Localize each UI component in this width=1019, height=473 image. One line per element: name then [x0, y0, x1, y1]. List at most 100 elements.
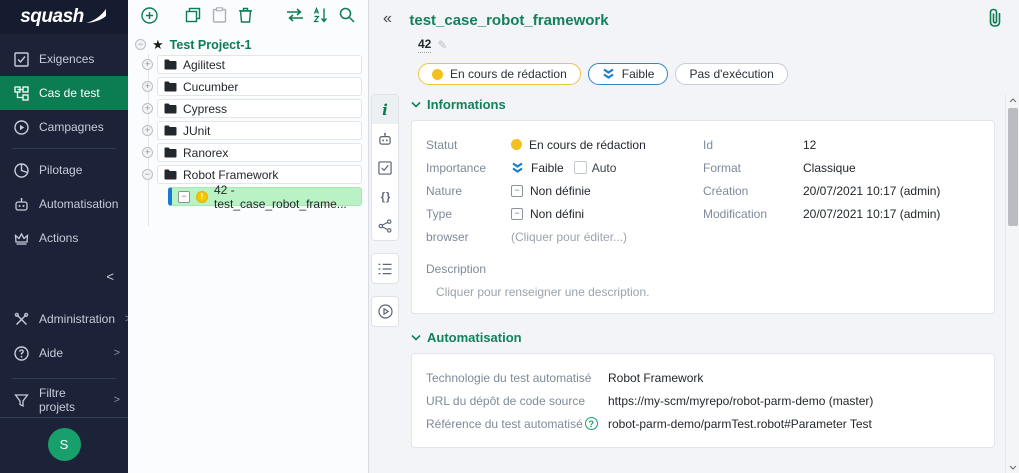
tree-node[interactable]: Robot Framework [157, 165, 362, 184]
importance-low-icon [511, 162, 524, 174]
scroll-up-button[interactable] [1006, 94, 1019, 106]
expand-node-icon[interactable]: + [142, 147, 153, 158]
importance-badge: Faible [588, 63, 669, 85]
test-cases-tree-icon [14, 86, 29, 101]
section-informations-header[interactable]: Informations [411, 97, 995, 112]
add-button[interactable] [140, 6, 158, 24]
tree-node[interactable]: Agilitest [157, 55, 362, 74]
collapse-node-icon[interactable]: − [142, 169, 153, 180]
sidebar-item-label: Exigences [39, 52, 94, 66]
sidebar-item-aide[interactable]: Aide > [0, 336, 128, 370]
scroll-down-button[interactable] [1006, 461, 1019, 473]
browser-value[interactable]: (Cliquer pour éditer...) [511, 230, 627, 244]
clipboard-icon [212, 7, 227, 23]
edit-pencil-icon[interactable]: ✎ [437, 38, 447, 52]
collapse-panel-icon[interactable]: « [383, 10, 392, 27]
statut-value[interactable]: En cours de rédaction [511, 138, 646, 152]
sidebar-item-label: Pilotage [39, 163, 82, 177]
tab-exigences-liees[interactable] [372, 153, 398, 182]
status-badges: En cours de rédaction Faible Pas d'exécu… [418, 63, 1005, 85]
field-label: Modification [703, 207, 803, 221]
tree-node-selected[interactable]: − ! 42 - test_case_robot_frame... [168, 187, 362, 206]
url-depot-value[interactable]: https://my-scm/myrepo/robot-parm-demo (m… [608, 394, 873, 408]
chevron-down-icon [411, 101, 421, 108]
tree-folder-agilitest: + Agilitest [142, 55, 362, 74]
section-automatisation-header[interactable]: Automatisation [411, 330, 995, 345]
sidebar-item-pilotage[interactable]: Pilotage [0, 153, 128, 187]
creation-value: 20/07/2021 10:17 (admin) [803, 184, 940, 198]
sidebar-item-campagnes[interactable]: Campagnes [0, 110, 128, 144]
reference-test-value[interactable]: robot-parm-demo/parmTest.robot#Parameter… [608, 417, 872, 431]
requirements-icon [14, 52, 29, 67]
sidebar-item-label: Campagnes [39, 120, 104, 134]
field-label: Référence du test automatisé ? [426, 417, 608, 431]
type-value[interactable]: − Non défini [511, 207, 584, 221]
tree-node[interactable]: Cypress [157, 99, 362, 118]
automatisation-card: Technologie du test automatisé Robot Fra… [411, 353, 995, 448]
tree-panel: − ★ Test Project-1 + Agilitest + Cucumbe… [128, 0, 369, 473]
field-label: Importance [426, 161, 511, 175]
expand-node-icon[interactable]: + [142, 81, 153, 92]
description-block: Description Cliquer pour renseigner une … [426, 262, 980, 299]
trash-icon [238, 7, 253, 23]
auto-checkbox[interactable] [574, 161, 587, 174]
scrollbar-thumb[interactable] [1008, 108, 1018, 226]
user-avatar[interactable]: S [48, 428, 81, 461]
sidebar-item-filtre-projets[interactable]: Filtre projets > [0, 383, 128, 417]
collapse-node-icon[interactable]: − [135, 39, 146, 50]
import-export-button[interactable] [286, 6, 304, 24]
expand-node-icon[interactable]: + [142, 59, 153, 70]
submenu-arrow-icon: > [114, 347, 120, 359]
tree-node[interactable]: JUnit [157, 121, 362, 140]
sidebar-item-label: Actions [39, 231, 78, 245]
tree-node[interactable]: Ranorex [157, 143, 362, 162]
squash-logo[interactable]: squash [0, 0, 128, 34]
delete-button[interactable] [236, 6, 254, 24]
info-icon: i [382, 101, 388, 119]
sidebar-item-cas-de-test[interactable]: Cas de test [0, 76, 128, 110]
field-label: Statut [426, 138, 511, 152]
sidebar-item-automatisation[interactable]: Automatisation > [0, 187, 128, 221]
tab-executions[interactable] [372, 297, 398, 326]
expand-node-icon[interactable]: + [142, 103, 153, 114]
modification-value: 20/07/2021 10:17 (admin) [803, 207, 940, 221]
tree-folder-junit: + JUnit [142, 121, 362, 140]
technologie-value[interactable]: Robot Framework [608, 371, 703, 385]
tab-etapes[interactable] [372, 254, 398, 283]
importance-value[interactable]: Faible [511, 161, 564, 175]
main-body: i { } [369, 94, 1019, 473]
sidebar-item-administration[interactable]: Administration > [0, 302, 128, 336]
sidebar-item-exigences[interactable]: Exigences [0, 42, 128, 76]
tab-group-steps [371, 253, 399, 284]
chevron-down-icon [411, 334, 421, 341]
nature-value[interactable]: − Non définie [511, 184, 591, 198]
attachments-button[interactable] [987, 8, 1003, 33]
search-icon [339, 7, 355, 23]
star-icon: ★ [152, 38, 164, 51]
tab-parametres[interactable]: { } [372, 182, 398, 211]
description-placeholder[interactable]: Cliquer pour renseigner une description. [436, 285, 980, 299]
field-creation: Création 20/07/2021 10:17 (admin) [703, 179, 980, 202]
sidebar-collapse-button[interactable]: < [0, 255, 128, 288]
tab-informations[interactable]: i [372, 95, 398, 124]
tree-root-project[interactable]: − ★ Test Project-1 [128, 34, 368, 55]
folder-label: Agilitest [183, 58, 225, 72]
tab-strip: i { } [371, 94, 399, 473]
reference-value[interactable]: 42 [418, 37, 431, 53]
vertical-scrollbar[interactable] [1005, 94, 1019, 473]
format-value: Classique [803, 161, 856, 175]
folder-label: Ranorex [183, 146, 228, 160]
field-importance: Importance Faible Auto [426, 156, 703, 179]
search-button[interactable] [338, 6, 356, 24]
sort-button[interactable] [312, 6, 330, 24]
sidebar-item-actions[interactable]: Actions [0, 221, 128, 255]
tab-partage[interactable] [372, 211, 398, 240]
field-format: Format Classique [703, 156, 980, 179]
expand-node-icon[interactable]: + [142, 125, 153, 136]
field-nature: Nature − Non définie [426, 179, 703, 202]
tree-node[interactable]: Cucumber [157, 77, 362, 96]
paste-button[interactable] [210, 6, 228, 24]
help-icon[interactable]: ? [585, 417, 598, 430]
tab-automatisation[interactable] [372, 124, 398, 153]
copy-button[interactable] [184, 6, 202, 24]
